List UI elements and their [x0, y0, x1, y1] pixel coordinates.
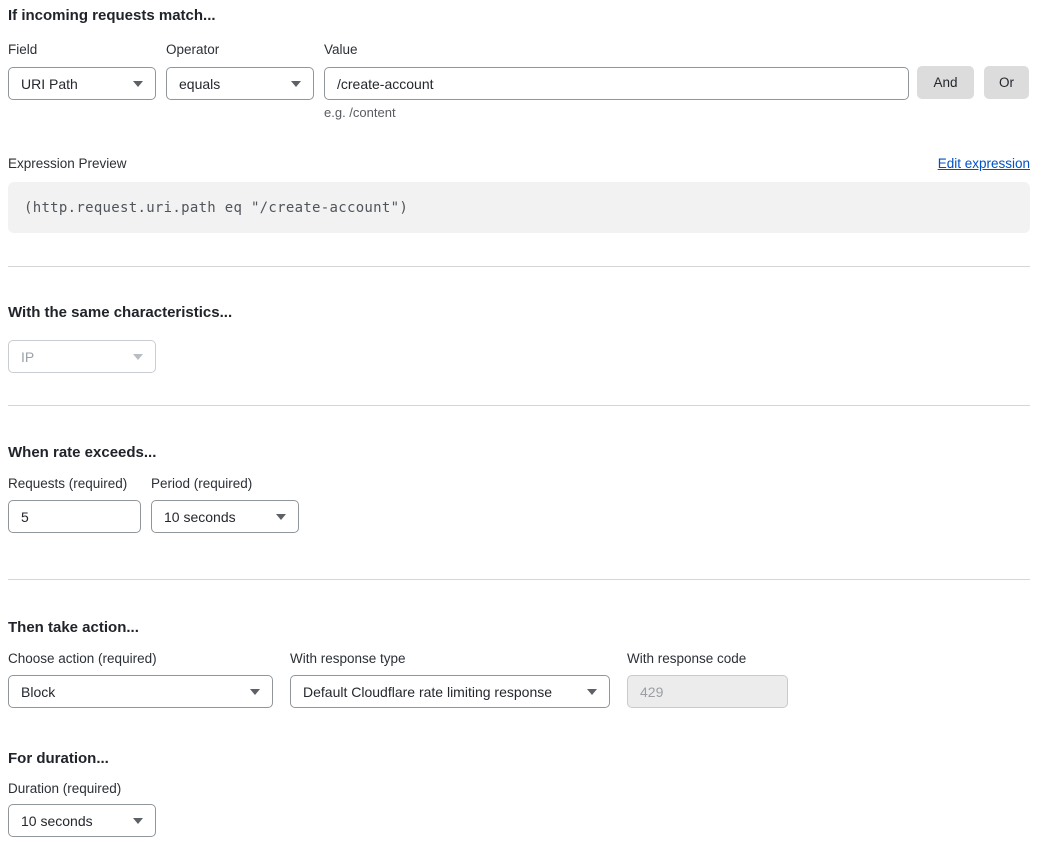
response-type-select-value: Default Cloudflare rate limiting respons… [303, 684, 552, 700]
duration-select-value: 10 seconds [21, 813, 93, 829]
action-controls-row: Block Default Cloudflare rate limiting r… [8, 675, 1030, 708]
section-heading-characteristics: With the same characteristics... [8, 305, 1030, 321]
field-group: Field URI Path [8, 43, 156, 100]
chevron-down-icon [133, 818, 143, 824]
operator-label: Operator [166, 43, 314, 57]
action-labels-row: Choose action (required) With response t… [8, 652, 1030, 666]
field-select[interactable]: URI Path [8, 67, 156, 100]
or-button[interactable]: Or [984, 66, 1029, 99]
expression-preview-label: Expression Preview [8, 156, 127, 172]
rate-controls-row: 10 seconds [8, 500, 1030, 533]
and-button[interactable]: And [917, 66, 974, 99]
expression-code: (http.request.uri.path eq "/create-accou… [24, 200, 408, 216]
expression-preview-box: (http.request.uri.path eq "/create-accou… [8, 182, 1030, 233]
operator-select-value: equals [179, 76, 220, 92]
response-type-select[interactable]: Default Cloudflare rate limiting respons… [290, 675, 610, 708]
duration-select[interactable]: 10 seconds [8, 804, 156, 837]
choose-action-select[interactable]: Block [8, 675, 273, 708]
value-input[interactable] [324, 67, 909, 100]
characteristics-select: IP [8, 340, 156, 373]
value-label: Value [324, 43, 909, 57]
edit-expression-link[interactable]: Edit expression [938, 156, 1030, 172]
match-fields-row: Field URI Path Operator equals Value e.g… [8, 43, 1030, 120]
response-code-label: With response code [627, 652, 746, 666]
choose-action-select-value: Block [21, 684, 55, 700]
field-label: Field [8, 43, 156, 57]
chevron-down-icon [250, 689, 260, 695]
section-heading-rate: When rate exceeds... [8, 445, 1030, 461]
operator-group: Operator equals [166, 43, 314, 100]
operator-select[interactable]: equals [166, 67, 314, 100]
period-label: Period (required) [151, 477, 252, 491]
logic-buttons: And Or [917, 43, 1029, 99]
response-type-label: With response type [290, 652, 627, 666]
chevron-down-icon [133, 354, 143, 360]
section-divider [8, 266, 1030, 267]
section-heading-action: Then take action... [8, 620, 1030, 636]
response-code-input [627, 675, 788, 708]
requests-label: Requests (required) [8, 477, 151, 491]
duration-label: Duration (required) [8, 782, 1030, 796]
choose-action-label: Choose action (required) [8, 652, 290, 666]
chevron-down-icon [276, 514, 286, 520]
chevron-down-icon [291, 81, 301, 87]
requests-input[interactable] [8, 500, 141, 533]
characteristics-select-value: IP [21, 349, 34, 365]
chevron-down-icon [133, 81, 143, 87]
section-heading-duration: For duration... [8, 751, 1030, 767]
value-group: Value e.g. /content [324, 43, 909, 120]
rate-limiting-rule-form: If incoming requests match... Field URI … [8, 0, 1030, 837]
section-divider [8, 405, 1030, 406]
value-hint: e.g. /content [324, 106, 909, 120]
period-select-value: 10 seconds [164, 509, 236, 525]
field-select-value: URI Path [21, 76, 78, 92]
section-divider [8, 579, 1030, 580]
section-heading-incoming-requests: If incoming requests match... [8, 0, 1030, 24]
expression-preview-header: Expression Preview Edit expression [8, 156, 1030, 172]
period-select[interactable]: 10 seconds [151, 500, 299, 533]
rate-labels-row: Requests (required) Period (required) [8, 477, 1030, 491]
chevron-down-icon [587, 689, 597, 695]
